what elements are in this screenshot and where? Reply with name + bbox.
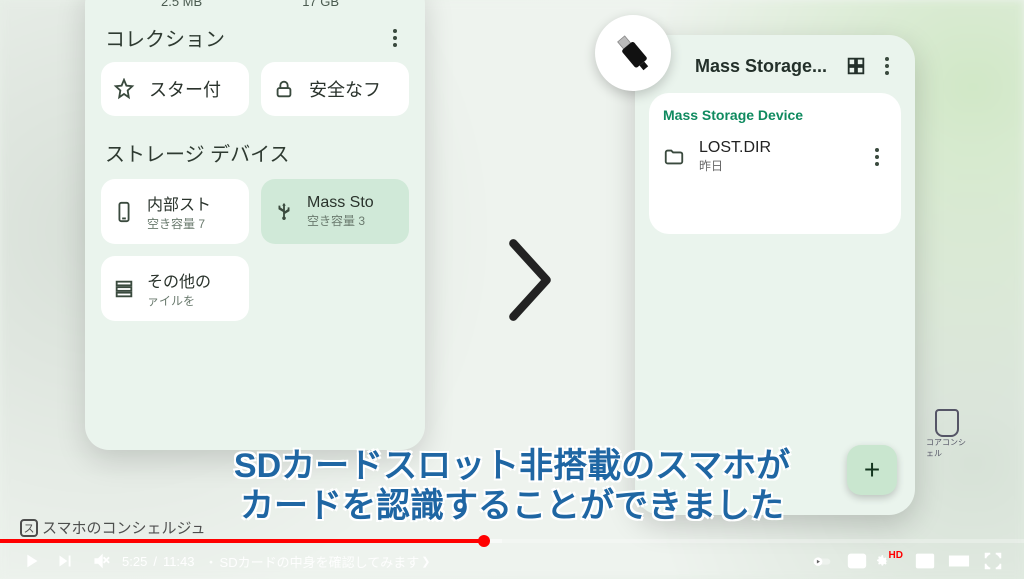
- usb-device-badge: [595, 15, 671, 91]
- stat-left: 2.5 MB: [161, 0, 202, 9]
- device-mass-sub: 空き容量 3: [307, 212, 374, 229]
- chapter-button[interactable]: ・ SDカードの中身を確認してみます ❯: [205, 552, 431, 571]
- device-internal-sub: 空き容量 7: [147, 215, 211, 232]
- file-more-icon[interactable]: [867, 148, 887, 166]
- file-date: 昨日: [699, 157, 853, 174]
- storage-card: Mass Storage Device LOST.DIR 昨日: [649, 93, 901, 234]
- usb-icon: [273, 201, 295, 223]
- storage-icon: [113, 278, 135, 300]
- shield-icon: [935, 409, 959, 437]
- quality-badge: HD: [887, 549, 905, 562]
- watermark-icon: ス: [20, 519, 38, 537]
- time-current: 5:25: [122, 554, 147, 569]
- file-row[interactable]: LOST.DIR 昨日: [663, 139, 887, 174]
- corner-badge[interactable]: コアコンシェル: [926, 409, 968, 459]
- device-internal[interactable]: 内部スト 空き容量 7: [101, 179, 249, 244]
- storage-heading: ストレージ デバイス: [105, 138, 405, 167]
- grid-view-icon[interactable]: [845, 55, 867, 77]
- right-header-title: Mass Storage...: [695, 56, 835, 77]
- miniplayer-icon: [914, 550, 936, 572]
- more-icon-right[interactable]: [877, 57, 897, 75]
- file-name: LOST.DIR: [699, 139, 853, 157]
- chapter-sep: ・: [205, 552, 218, 571]
- play-button[interactable]: [14, 544, 48, 578]
- device-mass-title: Mass Sto: [307, 194, 374, 212]
- storage-card-header: Mass Storage Device: [663, 107, 887, 123]
- mute-button[interactable]: [82, 544, 116, 578]
- stat-right: 17 GB: [302, 0, 339, 9]
- collections-heading: コレクション: [105, 23, 225, 52]
- arrow-right-icon: [490, 230, 570, 330]
- left-phone-panel: 2.5 MB 17 GB コレクション スター付 安全なフ ストレージ デバイス: [85, 0, 425, 450]
- theater-icon: [948, 550, 970, 572]
- play-icon: [20, 550, 42, 572]
- device-other-sub: ァイルを: [147, 292, 211, 309]
- time-sep: /: [153, 554, 157, 569]
- video-content: 2.5 MB 17 GB コレクション スター付 安全なフ ストレージ デバイス: [0, 0, 1024, 539]
- chapter-title: SDカードの中身を確認してみます: [220, 552, 420, 571]
- watermark-text: スマホのコンシェルジュ: [42, 517, 206, 538]
- next-icon: [54, 550, 76, 572]
- corner-badge-text: コアコンシェル: [926, 437, 968, 459]
- chevron-right-icon: ❯: [421, 555, 430, 568]
- captions-button[interactable]: [840, 544, 874, 578]
- chip-safe[interactable]: 安全なフ: [261, 62, 409, 116]
- chip-starred[interactable]: スター付: [101, 62, 249, 116]
- lock-icon: [273, 78, 295, 100]
- chip-starred-label: スター付: [149, 76, 221, 102]
- phone-icon: [113, 201, 135, 223]
- device-internal-title: 内部スト: [147, 191, 211, 215]
- chip-safe-label: 安全なフ: [309, 76, 381, 102]
- usb-stick-icon: [610, 30, 656, 76]
- fullscreen-icon: [982, 550, 1004, 572]
- autoplay-toggle[interactable]: [806, 544, 840, 578]
- device-other-title: その他の: [147, 268, 211, 292]
- more-icon[interactable]: [385, 29, 405, 47]
- volume-muted-icon: [88, 550, 110, 572]
- right-phone-panel: Mass Storage... Mass Storage Device LOST…: [635, 35, 915, 515]
- captions-icon: [846, 550, 868, 572]
- star-icon: [113, 78, 135, 100]
- next-button[interactable]: [48, 544, 82, 578]
- player-controls: 5:25 / 11:43 ・ SDカードの中身を確認してみます ❯ HD: [0, 543, 1024, 579]
- time-duration: 11:43: [163, 554, 195, 569]
- folder-icon: [663, 146, 685, 168]
- device-mass-storage[interactable]: Mass Sto 空き容量 3: [261, 179, 409, 244]
- device-other[interactable]: その他の ァイルを: [101, 256, 249, 321]
- fullscreen-button[interactable]: [976, 544, 1010, 578]
- miniplayer-button[interactable]: [908, 544, 942, 578]
- channel-watermark: ス スマホのコンシェルジュ: [20, 517, 206, 538]
- subtitle-line-1: SDカードスロット非搭載のスマホが: [0, 445, 1024, 488]
- autoplay-icon: [812, 550, 834, 572]
- theater-button[interactable]: [942, 544, 976, 578]
- settings-button[interactable]: HD: [874, 544, 908, 578]
